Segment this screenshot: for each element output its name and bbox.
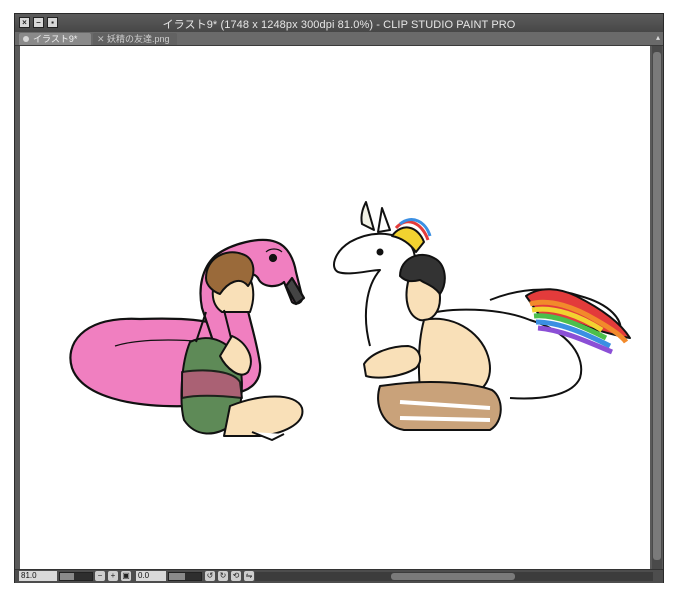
tab-fairy-friend-png[interactable]: ✕ 妖精の友達.png: [93, 33, 177, 45]
tab-scroll-arrow-icon[interactable]: ▴: [656, 33, 660, 42]
rotation-slider-fill: [169, 573, 185, 580]
zoom-out-icon[interactable]: −: [95, 571, 105, 581]
document-tab-bar: イラスト9* ✕ 妖精の友達.png ▴: [15, 32, 663, 46]
window-title: イラスト9* (1748 x 1248px 300dpi 81.0%) - CL…: [162, 19, 516, 31]
tab-active-dot-icon: [23, 36, 29, 42]
tab-label: 妖精の友達.png: [107, 34, 170, 44]
tab-label: イラスト9*: [33, 34, 78, 44]
flip-icon[interactable]: ⇋: [244, 571, 254, 581]
vertical-scrollbar[interactable]: [652, 46, 662, 569]
zoom-in-icon[interactable]: +: [108, 571, 118, 581]
rotate-right-icon[interactable]: ↻: [218, 571, 228, 581]
vertical-scroll-thumb[interactable]: [653, 52, 661, 560]
rotation-slider[interactable]: [168, 572, 202, 581]
status-bar: 81.0 − + ▣ 0.0 ↺ ↻ ⟲ ⇋: [15, 569, 663, 583]
title-bar[interactable]: × – ▪ イラスト9* (1748 x 1248px 300dpi 81.0%…: [15, 14, 663, 33]
horizontal-scroll-thumb[interactable]: [391, 573, 515, 580]
zoom-input[interactable]: 81.0: [19, 571, 57, 581]
zoom-slider[interactable]: [59, 572, 93, 581]
tab-close-icon[interactable]: ✕: [97, 33, 105, 45]
rotation-input[interactable]: 0.0: [136, 571, 166, 581]
horizontal-scrollbar[interactable]: [255, 572, 653, 581]
zoom-slider-fill: [60, 573, 75, 580]
fit-icon[interactable]: ▣: [121, 571, 131, 581]
drawing-canvas[interactable]: [20, 46, 650, 569]
tab-illustration[interactable]: イラスト9*: [19, 33, 91, 45]
illustration-artwork: [69, 201, 631, 441]
rotate-left-icon[interactable]: ↺: [205, 571, 215, 581]
reset-rotation-icon[interactable]: ⟲: [231, 571, 241, 581]
app-window: × – ▪ イラスト9* (1748 x 1248px 300dpi 81.0%…: [14, 13, 664, 583]
